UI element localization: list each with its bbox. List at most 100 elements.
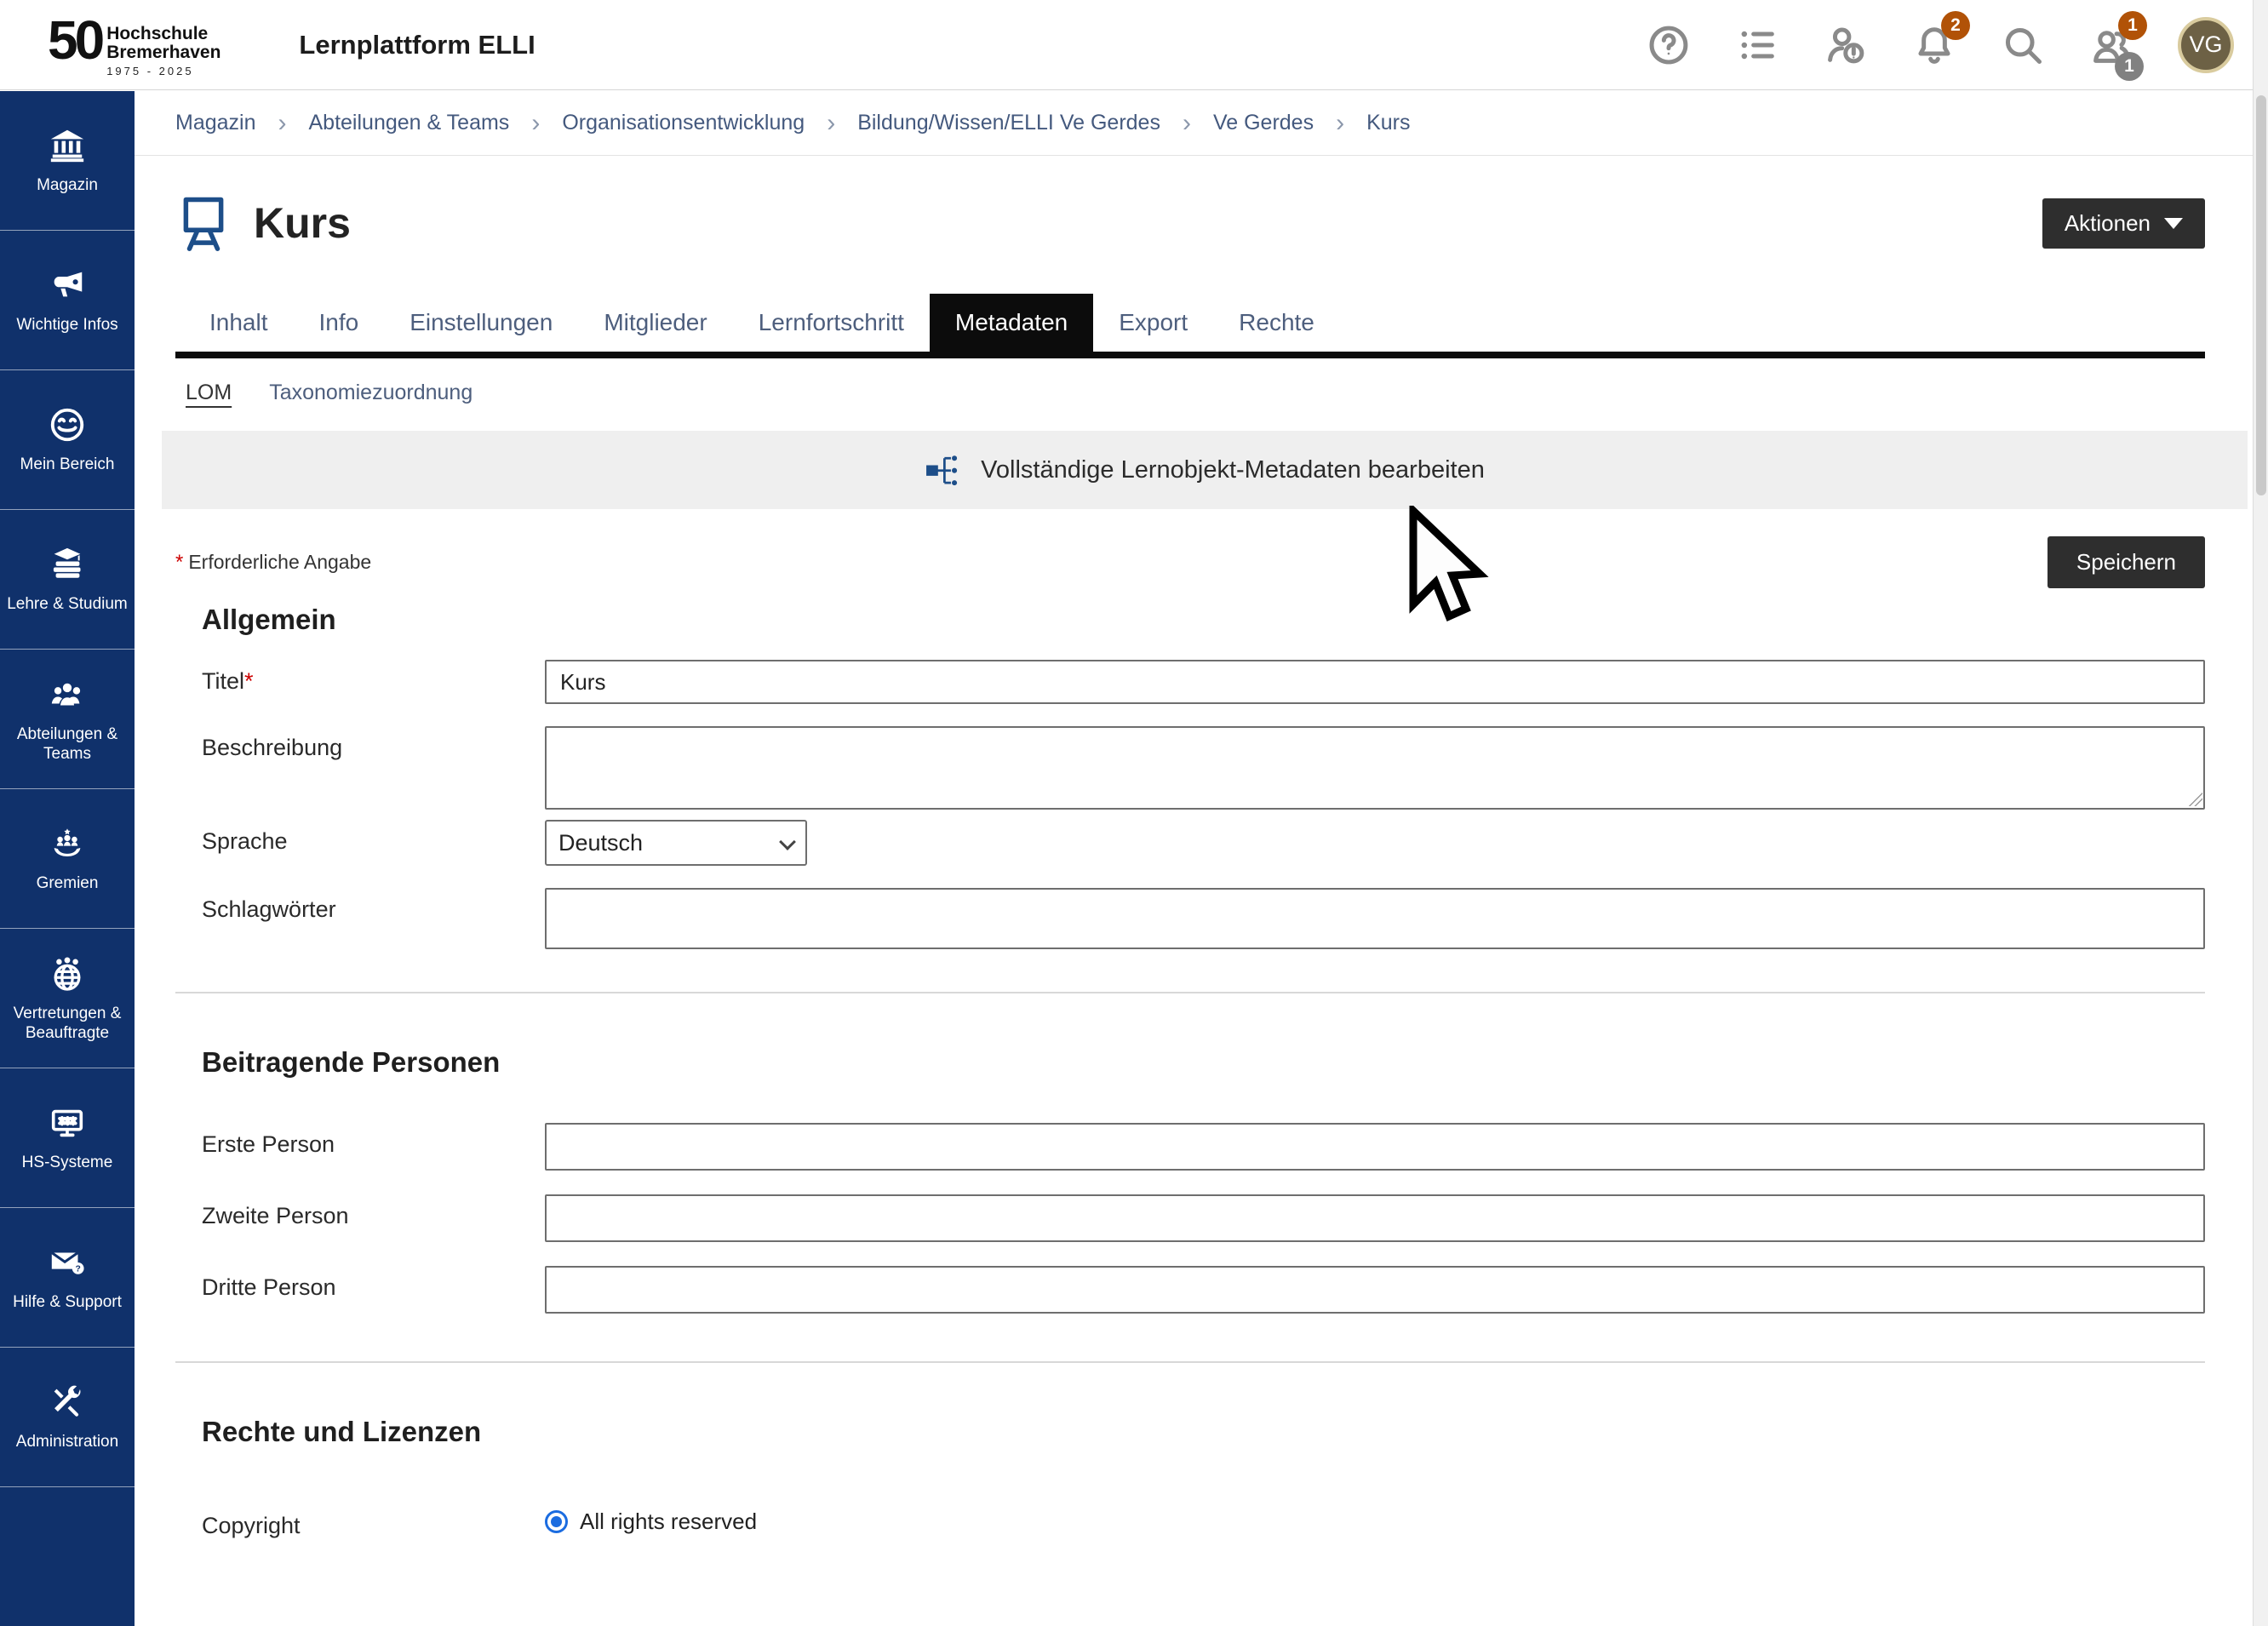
tab-info[interactable]: Info [294,294,385,352]
section-heading-allgemein: Allgemein [175,604,2205,636]
breadcrumb-item-abteilungen[interactable]: Abteilungen & Teams [309,111,510,135]
tools-icon [48,1383,87,1422]
globe-people-icon [48,954,87,993]
avatar[interactable]: VG [2178,17,2234,73]
sidebar-item-lehre-studium[interactable]: Lehre & Studium [0,510,135,650]
schlagwoerter-label: Schlagwörter [175,888,545,949]
titel-label: Titel* [175,660,545,704]
sidebar-item-mein-bereich[interactable]: Mein Bereich [0,370,135,510]
mail-question-icon: ? [48,1243,87,1282]
sidebar-item-wichtige-infos[interactable]: Wichtige Infos [0,231,135,370]
contacts-button[interactable]: 1 1 [2089,23,2133,67]
main-menu-button[interactable] [1735,23,1779,67]
chevron-right-icon: › [827,111,835,136]
sidebar-item-hilfe-support[interactable]: ? Hilfe & Support [0,1208,135,1348]
sidebar-label: Gremien [32,873,104,893]
notifications-badge: 2 [1941,11,1970,40]
actions-button-label: Aktionen [2065,210,2151,237]
erste-person-input[interactable] [545,1123,2205,1171]
chevron-right-icon: › [531,111,540,136]
contacts-badge-bottom: 1 [2115,52,2144,81]
section-divider [175,1361,2205,1363]
top-header: 50 Hochschule Bremerhaven 1975 - 2025 Le… [0,0,2268,90]
sidebar-item-vertretungen-beauftragte[interactable]: Vertretungen & Beauftragte [0,929,135,1068]
breadcrumb-item-organisationsentwicklung[interactable]: Organisationsentwicklung [562,111,805,135]
section-divider [175,992,2205,993]
sidebar-label: Administration [11,1432,123,1451]
sidebar-item-hs-systeme[interactable]: HS-Systeme [0,1068,135,1208]
contacts-badge-top: 1 [2118,11,2147,40]
chevron-right-icon: › [1183,111,1191,136]
edit-full-metadata-banner[interactable]: Vollständige Lernobjekt-Metadaten bearbe… [162,431,2248,509]
zweite-person-input[interactable] [545,1194,2205,1242]
tab-bar: Inhalt Info Einstellungen Mitglieder Ler… [175,294,2205,358]
logo-line1: Hochschule [106,25,220,43]
sprache-select[interactable]: Deutsch [545,820,807,866]
sidebar-label: Lehre & Studium [2,594,133,614]
copyright-option-label: All rights reserved [580,1509,757,1535]
help-button[interactable] [1647,23,1691,67]
svg-text:?: ? [75,1265,80,1274]
page-scrollbar[interactable] [2253,0,2268,1626]
list-icon [1735,23,1779,67]
titel-input[interactable] [545,660,2205,704]
chevron-right-icon: › [1336,111,1344,136]
breadcrumb-item-bildung-wissen[interactable]: Bildung/Wissen/ELLI Ve Gerdes [857,111,1160,135]
logo-years: 1975 - 2025 [106,65,220,77]
zweite-person-label: Zweite Person [175,1194,545,1242]
breadcrumb-item-kurs[interactable]: Kurs [1366,111,1410,135]
sidebar-label: Vertretungen & Beauftragte [0,1004,135,1043]
beschreibung-textarea[interactable] [545,726,2205,810]
save-button[interactable]: Speichern [2048,536,2205,588]
subtab-taxonomiezuordnung[interactable]: Taxonomiezuordnung [269,381,472,405]
breadcrumb-item-magazin[interactable]: Magazin [175,111,256,135]
search-button[interactable] [2001,23,2045,67]
breadcrumb-item-ve-gerdes[interactable]: Ve Gerdes [1213,111,1314,135]
page-title: Kurs [254,198,351,248]
resize-grip-icon[interactable] [2189,793,2202,806]
required-note: Erforderliche Angabe [188,551,371,574]
tab-einstellungen[interactable]: Einstellungen [384,294,578,352]
sidebar-item-gremien[interactable]: Gremien [0,789,135,929]
awareness-button[interactable] [1824,23,1868,67]
university-logo[interactable]: 50 Hochschule Bremerhaven 1975 - 2025 [48,13,220,77]
tab-rechte[interactable]: Rechte [1213,294,1340,352]
megaphone-icon [48,266,87,305]
tab-metadaten[interactable]: Metadaten [930,294,1093,352]
smiley-icon [48,405,87,444]
course-easel-icon [175,192,232,255]
group-icon [48,675,87,714]
sidebar-item-magazin[interactable]: Magazin [0,91,135,231]
sidebar-item-abteilungen-teams[interactable]: Abteilungen & Teams [0,650,135,789]
subtab-lom[interactable]: LOM [186,381,232,405]
copyright-radio[interactable] [545,1510,568,1533]
people-in-hand-icon [48,824,87,863]
scrollbar-thumb[interactable] [2256,95,2266,495]
tab-export[interactable]: Export [1093,294,1213,352]
user-alert-icon [1824,22,1868,68]
dritte-person-input[interactable] [545,1266,2205,1314]
sidebar-item-administration[interactable]: Administration [0,1348,135,1487]
section-heading-beitragende: Beitragende Personen [175,1046,2205,1079]
sidebar-navigation: Magazin Wichtige Infos Mein Bereich Lehr… [0,91,135,1626]
chevron-right-icon: › [278,111,287,136]
caret-down-icon [2164,218,2183,229]
tab-inhalt[interactable]: Inhalt [184,294,294,352]
tab-lernfortschritt[interactable]: Lernfortschritt [733,294,930,352]
search-icon [2001,22,2045,68]
breadcrumb: Magazin › Abteilungen & Teams › Organisa… [135,91,2253,156]
app-title: Lernplattform ELLI [299,30,535,60]
beschreibung-label: Beschreibung [175,726,545,810]
sidebar-label: Magazin [32,175,103,195]
books-icon [48,545,87,584]
actions-button[interactable]: Aktionen [2042,198,2205,249]
notifications-button[interactable]: 2 [1912,23,1956,67]
edit-full-metadata-label: Vollständige Lernobjekt-Metadaten bearbe… [981,456,1485,484]
sprache-label: Sprache [175,820,545,866]
help-icon [1647,23,1691,67]
subtab-bar: LOM Taxonomiezuordnung [175,381,2205,405]
dritte-person-label: Dritte Person [175,1266,545,1314]
tab-mitglieder[interactable]: Mitglieder [578,294,732,352]
monitor-icon [48,1103,87,1142]
schlagwoerter-input[interactable] [545,888,2205,949]
